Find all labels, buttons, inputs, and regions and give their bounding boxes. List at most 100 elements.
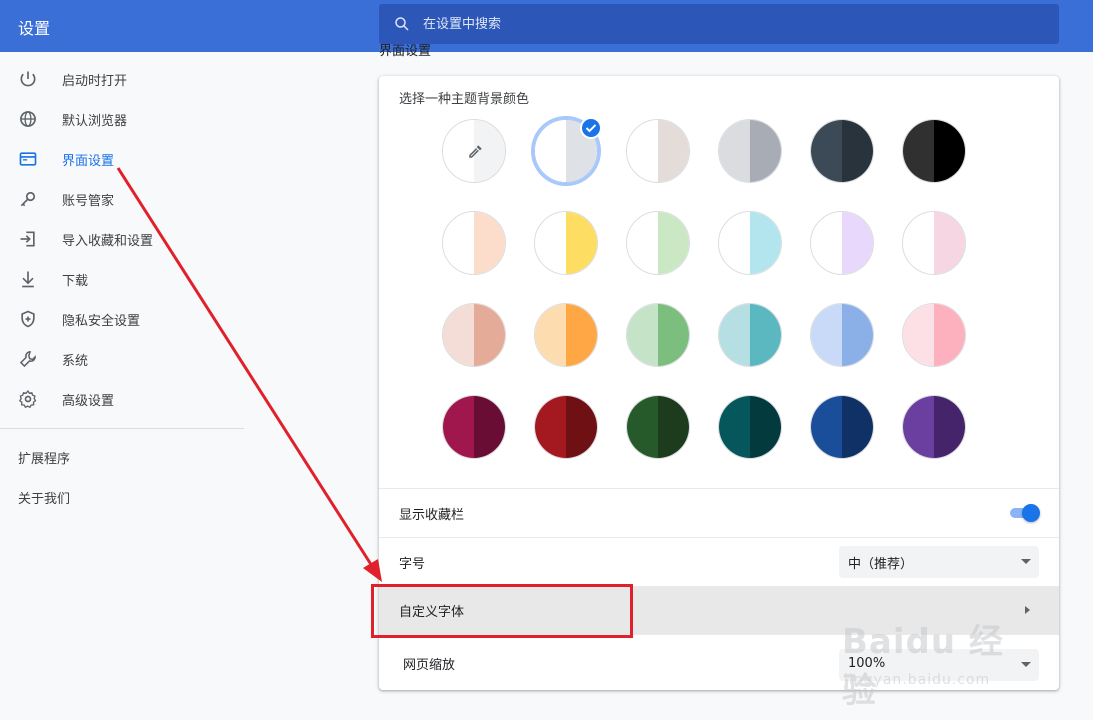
swatch-left-half <box>811 396 842 458</box>
sidebar: 启动时打开 默认浏览器 界面设置 账号管家 导入收藏和设置 下载 隐私安全设置 … <box>0 52 244 720</box>
theme-swatch-r4-c4[interactable] <box>718 395 782 459</box>
theme-swatch-r3-c3[interactable] <box>626 303 690 367</box>
download-icon <box>22 271 34 288</box>
swatch-left-half <box>903 120 934 182</box>
theme-swatch-r2-c4[interactable] <box>718 211 782 275</box>
theme-swatch-r3-c2[interactable] <box>534 303 598 367</box>
swatch-left-half <box>535 396 566 458</box>
gear-icon <box>18 389 37 409</box>
swatch-right-half <box>842 212 873 274</box>
swatch-right-half <box>934 212 965 274</box>
theme-swatch-r2-c1[interactable] <box>442 211 506 275</box>
sidebar-item-appearance[interactable]: 界面设置 <box>0 139 244 179</box>
theme-swatch-r4-c1[interactable] <box>442 395 506 459</box>
selected-check-icon <box>580 117 602 139</box>
swatch-right-half <box>566 304 597 366</box>
theme-swatch-r4-c3[interactable] <box>626 395 690 459</box>
swatch-left-half <box>627 212 658 274</box>
theme-swatch-r2-c2[interactable] <box>534 211 598 275</box>
theme-swatch-r1-c5[interactable] <box>810 119 874 183</box>
swatch-left-half <box>903 396 934 458</box>
sidebar-item-default-browser[interactable]: 默认浏览器 <box>0 99 244 139</box>
swatch-right-half <box>842 120 873 182</box>
swatch-right-half <box>934 396 965 458</box>
bookmarks-bar-row: 显示收藏栏 <box>379 488 1059 536</box>
zoom-select[interactable]: 100% <box>839 649 1039 681</box>
search-input[interactable] <box>423 12 1023 36</box>
swatch-right-half <box>658 396 689 458</box>
swatch-left-half <box>719 396 750 458</box>
sidebar-divider <box>0 428 244 429</box>
page-title: 设置 <box>18 19 51 38</box>
theme-swatch-r2-c6[interactable] <box>902 211 966 275</box>
swatch-right-half <box>750 212 781 274</box>
sidebar-item-downloads[interactable]: 下载 <box>0 259 244 299</box>
bookmarks-bar-toggle[interactable] <box>1008 504 1040 522</box>
swatch-right-half <box>750 304 781 366</box>
theme-swatch-r4-c2[interactable] <box>534 395 598 459</box>
swatch-left-half <box>535 212 566 274</box>
sidebar-item-label: 系统 <box>62 354 89 369</box>
theme-heading: 选择一种主题背景颜色 <box>399 92 530 107</box>
eyedropper-icon <box>469 145 482 158</box>
swatch-left-half <box>627 396 658 458</box>
swatch-right-half <box>842 304 873 366</box>
swatch-right-half <box>658 120 689 182</box>
theme-swatch-r3-c4[interactable] <box>718 303 782 367</box>
dropdown-caret-icon <box>1021 662 1031 667</box>
globe-icon <box>20 111 36 127</box>
swatch-right-half <box>934 304 965 366</box>
swatch-left-half <box>627 304 658 366</box>
sidebar-item-privacy[interactable]: 隐私安全设置 <box>0 299 244 339</box>
swatch-left-half <box>903 212 934 274</box>
swatch-left-half <box>811 304 842 366</box>
search-box[interactable] <box>379 4 1059 44</box>
sidebar-item-advanced[interactable]: 高级设置 <box>0 379 244 419</box>
theme-swatch-r3-c5[interactable] <box>810 303 874 367</box>
key-icon <box>20 191 36 207</box>
theme-swatch-r1-c3[interactable] <box>626 119 690 183</box>
theme-swatch-r3-c6[interactable] <box>902 303 966 367</box>
sidebar-item-label: 隐私安全设置 <box>62 314 141 329</box>
zoom-row: 网页缩放 100% <box>379 634 1059 682</box>
theme-swatch-r1-c6[interactable] <box>902 119 966 183</box>
sidebar-item-startup[interactable]: 启动时打开 <box>0 59 244 99</box>
swatch-left-half <box>719 120 750 182</box>
theme-swatch-r4-c5[interactable] <box>810 395 874 459</box>
toggle-knob <box>1022 504 1040 522</box>
theme-swatch-r2-c5[interactable] <box>810 211 874 275</box>
sidebar-item-label: 下载 <box>62 274 89 289</box>
theme-swatch-r3-c1[interactable] <box>442 303 506 367</box>
font-size-select[interactable]: 中（推荐） <box>839 546 1039 578</box>
window-icon <box>19 152 37 166</box>
swatch-left-half <box>443 304 474 366</box>
swatch-right-half <box>842 396 873 458</box>
swatch-left-half <box>443 212 474 274</box>
sidebar-item-label: 导入收藏和设置 <box>62 234 154 249</box>
theme-swatch-r1-c1[interactable] <box>442 119 506 183</box>
extensions-link[interactable]: 扩展程序 <box>18 448 70 467</box>
theme-swatch-r4-c6[interactable] <box>902 395 966 459</box>
zoom-label: 网页缩放 <box>403 658 456 673</box>
swatch-left-half <box>627 120 658 182</box>
annotation-highlight-box <box>371 584 633 638</box>
theme-swatch-r2-c3[interactable] <box>626 211 690 275</box>
swatch-left-half <box>535 120 566 182</box>
shield-icon <box>21 310 35 328</box>
sidebar-item-system[interactable]: 系统 <box>0 339 244 379</box>
swatch-right-half <box>750 120 781 182</box>
swatch-left-half <box>903 304 934 366</box>
power-icon <box>20 71 36 87</box>
sidebar-item-label: 界面设置 <box>62 154 115 169</box>
zoom-value: 100% <box>848 656 886 671</box>
swatch-left-half <box>719 212 750 274</box>
about-link[interactable]: 关于我们 <box>18 488 70 507</box>
swatch-right-half <box>658 212 689 274</box>
sidebar-item-password-manager[interactable]: 账号管家 <box>0 179 244 219</box>
theme-swatch-r1-c4[interactable] <box>718 119 782 183</box>
swatch-left-half <box>443 396 474 458</box>
font-size-value: 中（推荐） <box>848 557 914 572</box>
sidebar-item-import[interactable]: 导入收藏和设置 <box>0 219 244 259</box>
swatch-left-half <box>811 212 842 274</box>
swatch-right-half <box>474 396 505 458</box>
